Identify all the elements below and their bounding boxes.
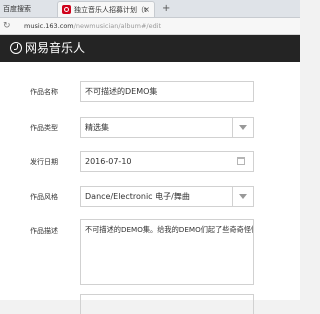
album-name-input[interactable]: 不可描述的DEMO集 [80,81,254,102]
tab-baidu-search[interactable]: 百度搜索 [0,1,55,17]
album-style-select[interactable]: Dance/Electronic 电子/舞曲 [80,186,254,207]
album-name-label: 作品名称 [30,88,58,96]
url-path: /newmusician/album#/edit [73,22,162,30]
album-type-select[interactable]: 精选集 [80,117,254,138]
site-header: 网易音乐人 [0,35,300,62]
album-style-value: Dance/Electronic 电子/舞曲 [85,192,190,201]
release-date-label: 发行日期 [30,158,58,166]
release-date-input[interactable]: 2016-07-10 [80,151,254,172]
album-description-label: 作品描述 [30,227,58,235]
calendar-icon[interactable] [237,157,245,165]
netease-music-logo-icon[interactable] [10,42,22,54]
address-bar: ↻ music.163.com/newmusician/album#/edit [0,18,300,35]
chevron-down-icon[interactable] [232,118,253,137]
chevron-down-icon[interactable] [232,187,253,206]
tab-musician-recruit[interactable]: 独立音乐人招募计划（t × [57,1,155,17]
tab-title: 独立音乐人招募计划（t [74,6,147,14]
album-type-value: 精选集 [85,123,109,132]
reload-icon[interactable]: ↻ [3,19,11,33]
browser-tab-bar: 百度搜索 独立音乐人招募计划（t × + [0,0,300,18]
close-tab-icon[interactable]: × [143,2,150,17]
album-style-label: 作品风格 [30,193,58,201]
album-edit-form: 作品名称 不可描述的DEMO集 作品类型 精选集 发行日期 2016-07-10… [0,62,300,314]
release-date-value: 2016-07-10 [85,157,132,166]
netease-music-favicon-icon [62,5,71,14]
new-tab-button[interactable]: + [162,0,170,17]
url-host: music.163.com [24,22,74,30]
album-description-textarea[interactable]: 不可描述的DEMO集。给我的DEMO们起了些奇奇怪怪的名字。 [80,219,254,285]
album-type-label: 作品类型 [30,124,58,132]
next-field-box[interactable] [80,294,254,314]
site-logo-text[interactable]: 网易音乐人 [25,35,85,62]
url-field[interactable]: music.163.com/newmusician/album#/edit [24,18,161,34]
